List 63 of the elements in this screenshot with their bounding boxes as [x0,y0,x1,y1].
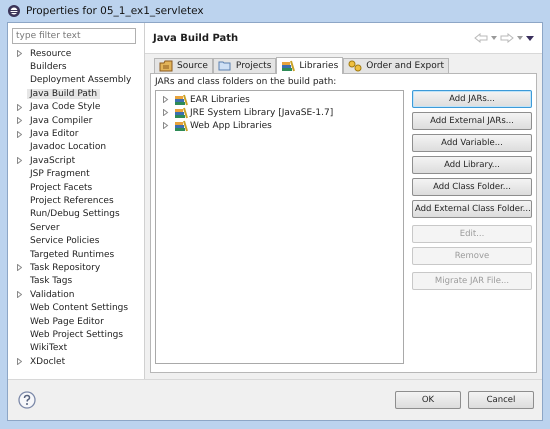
library-books-icon [174,120,188,132]
sidebar-item[interactable]: Builders [27,62,70,72]
tree-item[interactable]: EAR Libraries [190,94,250,104]
help-icon[interactable] [18,391,36,409]
page-title: Java Build Path [153,32,238,44]
sidebar-item[interactable]: Resource [27,48,74,59]
sidebar-item[interactable]: Java Compiler [27,116,96,126]
library-books-icon [174,94,188,106]
sidebar-item[interactable]: Server [27,222,63,233]
sidebar-item[interactable]: Javadoc Location [27,142,110,152]
sidebar-item[interactable]: Task Repository [27,262,104,273]
view-menu-icon[interactable] [526,36,534,40]
tab[interactable]: Projects [212,58,276,73]
sidebar-item[interactable]: Java Code Style [27,102,104,112]
sidebar-item[interactable]: Deployment Assembly [27,75,134,86]
sidebar-item[interactable]: Web Project Settings [27,330,126,340]
sidebar-item[interactable]: Service Policies [27,236,102,246]
action-button[interactable]: Add External Class Folder... [412,200,532,218]
window-title: Properties for 05_1_ex1_servletex [26,5,204,17]
sidebar-item[interactable]: Run/Debug Settings [27,209,123,220]
tree-item[interactable]: Web App Libraries [190,120,272,130]
sidebar-item[interactable]: WikiText [27,343,70,354]
sidebar-item[interactable]: Java Build Path [27,88,100,99]
tab[interactable]: Order and Export [343,58,449,73]
library-books-icon [281,60,296,72]
action-button[interactable]: Add Variable... [412,134,532,152]
sidebar-item[interactable]: Project Facets [27,182,96,193]
action-button[interactable]: Add Class Folder... [412,178,532,196]
caption-text: JARs and class folders on the build path: [155,77,338,87]
sidebar-item[interactable]: XDoclet [27,356,68,367]
expand-arrow-icon[interactable] [162,96,169,103]
back-arrow-icon[interactable] [474,33,488,43]
forward-arrow-icon[interactable] [500,33,514,43]
expand-arrow-icon[interactable] [17,358,22,366]
sidebar-item[interactable]: Web Content Settings [27,303,132,314]
sidebar-item[interactable]: JSP Fragment [27,169,93,180]
dropdown-icon[interactable] [517,36,523,40]
dropdown-icon[interactable] [491,36,497,40]
app-icon [7,4,21,18]
sidebar-item[interactable]: Validation [27,290,78,300]
dialog-button[interactable]: Cancel [468,391,534,409]
expand-arrow-icon[interactable] [17,50,22,58]
expand-arrow-icon[interactable] [162,109,169,116]
sidebar-item[interactable]: Web Page Editor [27,316,107,326]
expand-arrow-icon[interactable] [17,264,22,272]
sidebar-item[interactable]: Task Tags [27,276,76,286]
tree-item[interactable]: JRE System Library [JavaSE-1.7] [190,108,334,118]
sidebar-item[interactable]: Project References [27,196,117,206]
tab[interactable]: Libraries [276,57,344,74]
tab[interactable]: Source [154,58,213,73]
dialog-button[interactable]: OK [395,391,461,409]
library-books-icon [174,106,188,118]
action-button[interactable]: Add Library... [412,156,532,174]
source-folder-icon [159,60,173,72]
expand-arrow-icon[interactable] [17,291,22,298]
expand-arrow-icon[interactable] [17,157,22,164]
filter-field[interactable]: type filter text [12,28,136,44]
action-button[interactable]: Add JARs... [412,90,532,108]
expand-arrow-icon[interactable] [162,122,169,129]
sidebar-item[interactable]: Targeted Runtimes [27,250,118,260]
sidebar-item[interactable]: Java Editor [27,129,82,140]
action-button[interactable]: Add External JARs... [412,112,532,130]
sidebar-item[interactable]: JavaScript [27,156,78,166]
